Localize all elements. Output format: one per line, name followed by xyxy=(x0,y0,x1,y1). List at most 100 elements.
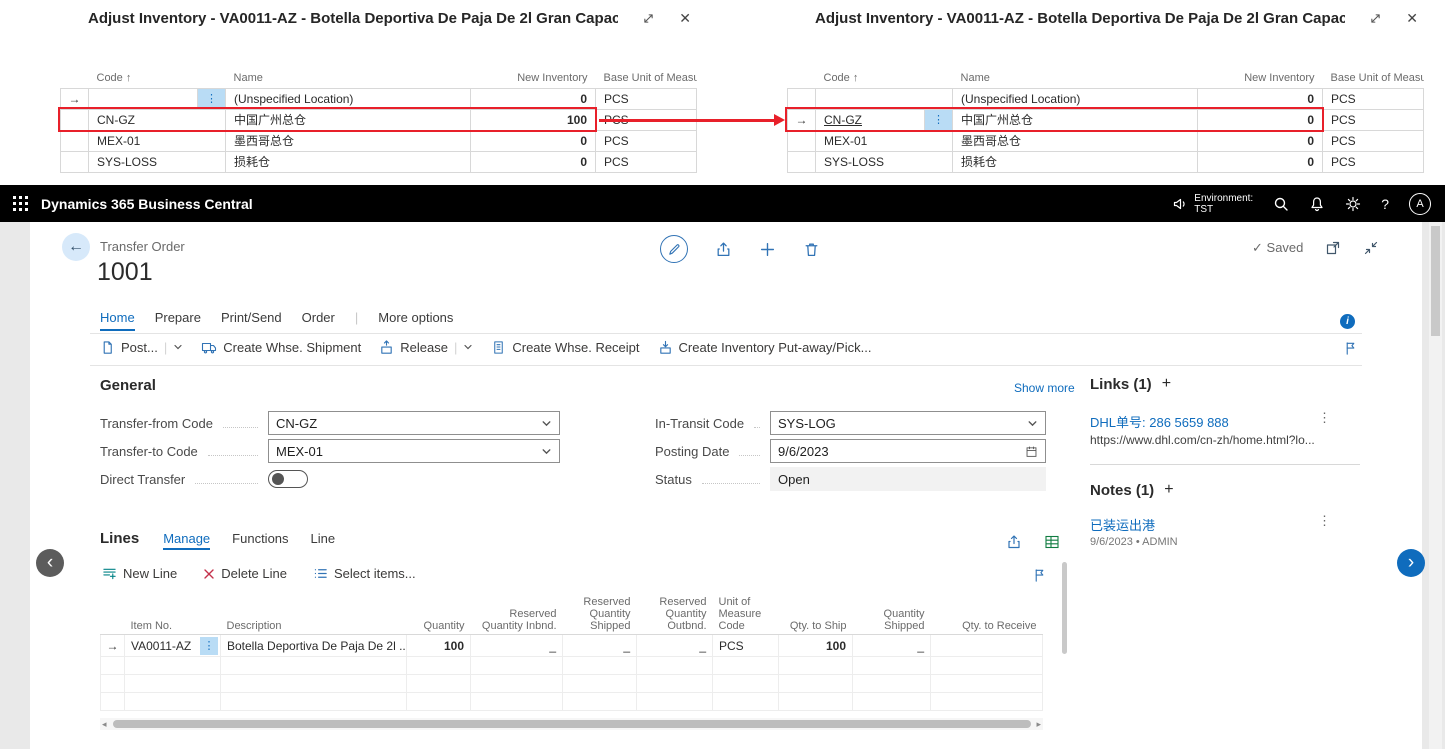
close-icon[interactable]: ✕ xyxy=(1406,10,1418,26)
grid-cell-reserved-shipped[interactable]: _ xyxy=(563,635,637,657)
grid-cell-name[interactable]: 损耗仓 xyxy=(953,151,1198,172)
delete-trash-icon[interactable] xyxy=(803,241,820,258)
grid-cell-name[interactable]: 墨西哥总仓 xyxy=(953,130,1198,151)
grid-cell-name[interactable]: 中国广州总仓 xyxy=(953,109,1198,130)
grid-cell-qty-to-receive[interactable] xyxy=(931,635,1043,657)
dhl-link[interactable]: DHL单号: 286 5659 888 xyxy=(1090,412,1229,431)
column-header-code[interactable]: Code ↑ xyxy=(816,68,953,88)
grid-cell-uom[interactable]: PCS xyxy=(1323,151,1424,172)
grid-cell-name[interactable]: 墨西哥总仓 xyxy=(226,130,471,151)
grid-cell-new-inventory[interactable]: 0 xyxy=(1198,88,1323,109)
table-row[interactable]: (Unspecified Location) 0 PCS xyxy=(788,88,1424,109)
waffle-menu-icon[interactable] xyxy=(13,196,28,211)
chevron-down-icon[interactable] xyxy=(541,418,552,429)
grid-cell-uom[interactable]: PCS xyxy=(596,130,697,151)
grid-cell-name[interactable]: (Unspecified Location) xyxy=(953,88,1198,109)
grid-cell-code[interactable] xyxy=(816,88,953,109)
grid-cell-quantity[interactable]: 100 xyxy=(407,635,471,657)
scrollbar-thumb[interactable] xyxy=(1431,226,1440,336)
post-button[interactable]: Post... | xyxy=(100,340,183,355)
grid-cell-new-inventory[interactable]: 0 xyxy=(1198,130,1323,151)
back-button[interactable]: ← xyxy=(62,233,90,261)
cell-ellipsis-icon[interactable]: ⋮ xyxy=(198,88,226,109)
info-dot-icon[interactable]: i xyxy=(1340,314,1355,329)
grid-cell-qty-shipped[interactable]: _ xyxy=(853,635,931,657)
delete-line-button[interactable]: Delete Line xyxy=(203,566,287,581)
close-icon[interactable]: ✕ xyxy=(679,10,691,26)
excel-icon[interactable] xyxy=(1044,534,1060,550)
lines-horizontal-scrollbar[interactable]: ◂ ▸ xyxy=(100,718,1043,730)
expand-icon[interactable] xyxy=(642,12,655,25)
scroll-right-icon[interactable]: ▸ xyxy=(1036,719,1041,730)
page-vertical-scrollbar[interactable] xyxy=(1429,222,1442,749)
grid-cell-code[interactable]: MEX-01 xyxy=(89,130,226,151)
select-items-button[interactable]: Select items... xyxy=(313,566,416,581)
grid-cell-code[interactable]: CN-GZ xyxy=(89,109,226,130)
grid-cell-item-no[interactable]: VA0011-AZ⋮ xyxy=(125,635,221,657)
gear-icon[interactable] xyxy=(1345,196,1361,212)
lines-menu-functions[interactable]: Functions xyxy=(232,531,288,548)
grid-cell-new-inventory[interactable]: 0 xyxy=(471,151,596,172)
chevron-down-icon[interactable] xyxy=(541,446,552,457)
table-row[interactable]: → ⋮ (Unspecified Location) 0 PCS xyxy=(61,88,697,109)
content-vertical-scrollbar-thumb[interactable] xyxy=(1062,562,1067,654)
grid-cell-code[interactable]: MEX-01 xyxy=(816,130,953,151)
in-transit-combobox[interactable]: SYS-LOG xyxy=(770,411,1046,435)
grid-cell-uom[interactable]: PCS xyxy=(596,88,697,109)
share-icon[interactable] xyxy=(715,241,732,258)
tab-print-send[interactable]: Print/Send xyxy=(221,310,282,329)
release-button[interactable]: Release | xyxy=(379,340,473,355)
column-header-reserved-outbnd[interactable]: Reserved Quantity Outbnd. xyxy=(637,594,713,635)
bookmark-flag-icon[interactable] xyxy=(1343,341,1358,356)
grid-cell-new-inventory[interactable]: 100 xyxy=(471,109,596,130)
share-icon[interactable] xyxy=(1006,534,1022,550)
notifications-bell-icon[interactable] xyxy=(1309,196,1325,212)
column-header-uom[interactable]: Base Unit of Measure xyxy=(1323,68,1424,88)
chevron-down-icon[interactable] xyxy=(463,342,473,352)
create-whse-shipment-button[interactable]: Create Whse. Shipment xyxy=(201,339,361,355)
table-row[interactable]: SYS-LOSS 损耗仓 0 PCS xyxy=(61,151,697,172)
transfer-to-combobox[interactable]: MEX-01 xyxy=(268,439,560,463)
grid-cell-name[interactable]: 中国广州总仓 xyxy=(226,109,471,130)
direct-transfer-toggle[interactable] xyxy=(268,470,308,488)
cell-ellipsis-icon[interactable]: ⋮ xyxy=(925,109,953,130)
column-header-code[interactable]: Code ↑ xyxy=(89,68,226,88)
grid-cell-uom[interactable]: PCS xyxy=(1323,109,1424,130)
grid-cell-code[interactable]: SYS-LOSS xyxy=(89,151,226,172)
column-header-qty-to-receive[interactable]: Qty. to Receive xyxy=(931,594,1043,635)
column-header-qty-to-ship[interactable]: Qty. to Ship xyxy=(779,594,853,635)
tab-order[interactable]: Order xyxy=(302,310,335,329)
grid-cell-code[interactable]: SYS-LOSS xyxy=(816,151,953,172)
open-in-window-icon[interactable] xyxy=(1325,240,1341,256)
expand-icon[interactable] xyxy=(1369,12,1382,25)
line-row[interactable]: → VA0011-AZ⋮ Botella Deportiva De Paja D… xyxy=(101,635,1043,657)
column-header-qty-shipped[interactable]: Quantity Shipped xyxy=(853,594,931,635)
lines-menu-line[interactable]: Line xyxy=(311,531,336,548)
empty-line-row[interactable] xyxy=(101,657,1043,675)
chevron-down-icon[interactable] xyxy=(1027,418,1038,429)
column-header-new-inventory[interactable]: New Inventory xyxy=(471,68,596,88)
create-inventory-putaway-button[interactable]: Create Inventory Put-away/Pick... xyxy=(658,340,872,355)
environment-indicator[interactable]: Environment: TST xyxy=(1172,193,1253,215)
grid-cell-code[interactable]: CN-GZ xyxy=(816,109,925,130)
scroll-left-icon[interactable]: ◂ xyxy=(102,719,107,730)
grid-cell-qty-to-ship[interactable]: 100 xyxy=(779,635,853,657)
grid-cell-new-inventory[interactable]: 0 xyxy=(1198,151,1323,172)
note-more-icon[interactable]: ⋮ xyxy=(1318,513,1331,529)
grid-cell-description[interactable]: Botella Deportiva De Paja De 2l ... xyxy=(221,635,407,657)
show-more-link[interactable]: Show more xyxy=(1014,381,1075,395)
tab-more-options[interactable]: More options xyxy=(378,310,453,329)
bookmark-flag-icon[interactable] xyxy=(1032,568,1047,583)
empty-line-row[interactable] xyxy=(101,693,1043,711)
grid-cell-reserved-inbnd[interactable]: _ xyxy=(471,635,563,657)
calendar-icon[interactable] xyxy=(1025,445,1038,458)
column-header-uom[interactable]: Unit of Measure Code xyxy=(713,594,779,635)
column-header-description[interactable]: Description xyxy=(221,594,407,635)
grid-cell-uom[interactable]: PCS xyxy=(1323,88,1424,109)
column-header-quantity[interactable]: Quantity xyxy=(407,594,471,635)
previous-record-button[interactable]: ‹ xyxy=(36,549,64,577)
link-url[interactable]: https://www.dhl.com/cn-zh/home.html?lo..… xyxy=(1090,433,1315,447)
column-header-uom[interactable]: Base Unit of Measure xyxy=(596,68,697,88)
create-whse-receipt-button[interactable]: Create Whse. Receipt xyxy=(491,340,639,355)
link-more-icon[interactable]: ⋮ xyxy=(1318,410,1331,426)
